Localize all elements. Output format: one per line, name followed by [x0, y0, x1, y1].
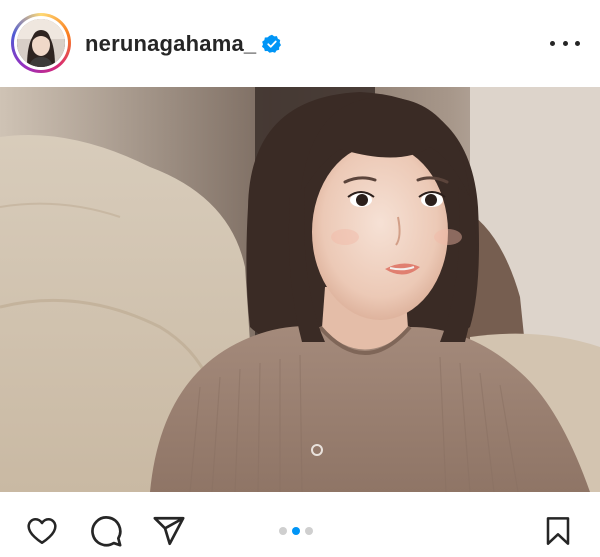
- carousel-dot: [305, 527, 313, 535]
- story-ring[interactable]: [11, 13, 71, 73]
- verified-badge-icon: [262, 34, 282, 53]
- avatar-image: [17, 19, 65, 67]
- username-row: nerunagahama_: [85, 29, 282, 59]
- more-dot: [550, 40, 555, 46]
- post-header: nerunagahama_: [0, 0, 600, 87]
- more-options-button[interactable]: [550, 30, 580, 56]
- username[interactable]: nerunagahama_: [85, 31, 256, 57]
- carousel-dot-active: [292, 527, 300, 535]
- photo-illustration: [0, 87, 600, 492]
- heart-icon[interactable]: [25, 515, 59, 547]
- carousel-indicator: [279, 527, 313, 535]
- more-dot: [562, 40, 568, 46]
- post-photo[interactable]: [0, 87, 600, 492]
- avatar-gap: [14, 16, 68, 70]
- paper-plane-icon[interactable]: [152, 514, 186, 548]
- comment-icon[interactable]: [89, 514, 123, 548]
- bookmark-icon[interactable]: [542, 514, 574, 548]
- avatar[interactable]: [17, 19, 65, 67]
- instagram-post: nerunagahama_: [0, 0, 600, 557]
- more-dot: [575, 40, 580, 46]
- carousel-dot: [279, 527, 287, 535]
